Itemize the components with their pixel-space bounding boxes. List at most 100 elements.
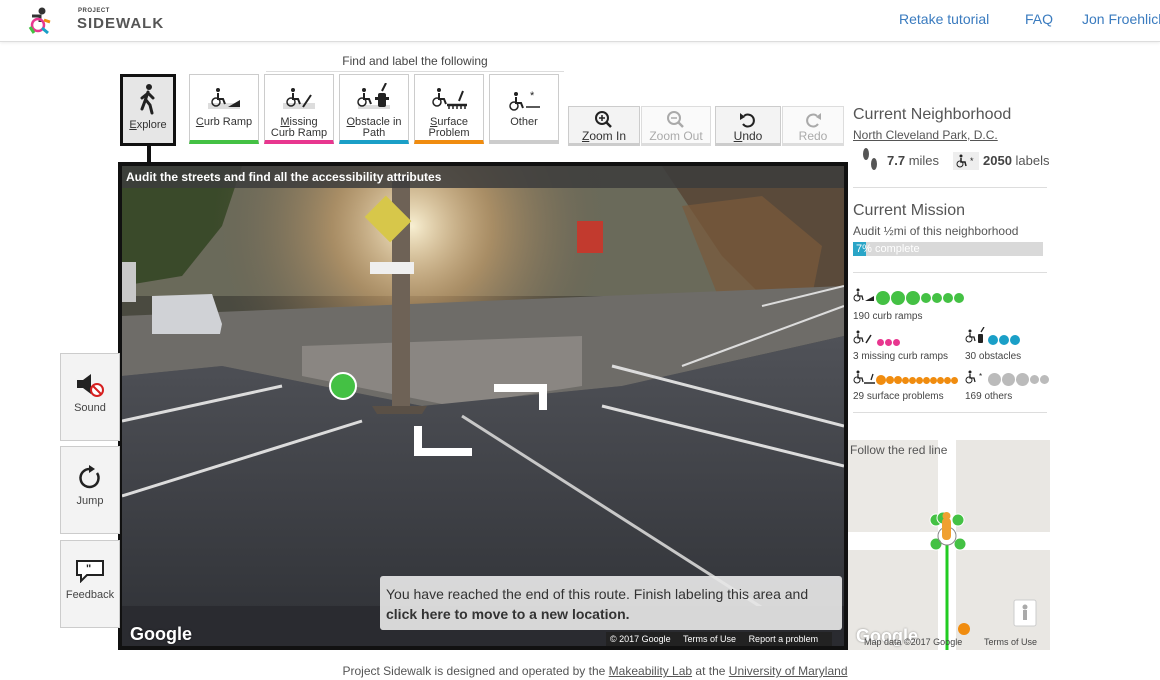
explore-mode-button[interactable]: Explore (120, 74, 176, 146)
otherDots-dot (1002, 372, 1015, 386)
project-sidewalk-logo[interactable]: PROJECT SIDEWALK (26, 4, 163, 36)
surfaceDots-dot (930, 376, 937, 384)
pano-instruction-banner: Audit the streets and find all the acces… (122, 166, 844, 188)
curb-ramps-count: 190 curb ramps (853, 311, 923, 322)
explore-label: xplore (136, 119, 167, 131)
retake-tutorial-link[interactable]: Retake tutorial (899, 11, 989, 27)
other-label-icon: * (509, 90, 540, 111)
top-navbar: PROJECT SIDEWALK Retake tutorial FAQ Jon… (0, 0, 1160, 42)
curb-ramp-label: urb Ramp (203, 116, 253, 128)
svg-text:*: * (970, 156, 974, 166)
curbDots-dot (921, 293, 931, 303)
report-problem-link[interactable]: Report a problem (749, 634, 819, 644)
footer-text-pre: Project Sidewalk is designed and operate… (342, 664, 606, 678)
walking-person-icon (140, 84, 155, 115)
otherDots-dot (1016, 372, 1029, 386)
otherDots-dot (1030, 374, 1039, 384)
explore-underlined-letter: E (129, 119, 137, 131)
curbDots-dot (954, 293, 964, 303)
surface-problem-icon (432, 88, 467, 109)
jump-label: Jump (76, 495, 104, 507)
current-mission-title: Current Mission (853, 202, 966, 219)
jump-button[interactable]: Jump (60, 446, 120, 534)
surface-problem-count-icon (853, 370, 875, 384)
obstacle-icon (357, 83, 390, 109)
other-tool-button[interactable]: * Other (489, 74, 559, 144)
surfaceDots-dot (944, 376, 951, 384)
move-to-new-location-link[interactable]: click here to move to a new location. (386, 606, 630, 622)
footer-text-mid: at the (695, 664, 726, 678)
zoom-out-button[interactable]: Zoom Out (641, 106, 711, 146)
zoom-out-label: Zoom Out (649, 129, 703, 143)
surfaceDots-dot (951, 376, 958, 384)
sound-button[interactable]: Sound (60, 353, 120, 441)
feedback-label: Feedback (65, 589, 115, 601)
surfaceDots-dot (876, 375, 886, 385)
surfaceDots-dot (923, 376, 930, 384)
faq-link[interactable]: FAQ (1025, 11, 1053, 27)
obstacle-label-line2: Path (362, 127, 386, 139)
pano-terms-link[interactable]: Terms of Use (683, 634, 736, 644)
undo-icon (740, 113, 755, 128)
jump-refresh-icon (79, 465, 100, 489)
feedback-button[interactable]: " Feedback (60, 540, 120, 628)
distance-stat: 7.7 miles (887, 153, 939, 168)
end-msg-text: You have reached the end of this route. … (386, 586, 809, 602)
surfaceDots-dot (937, 376, 944, 384)
curb-ramp-count-icon (853, 288, 874, 302)
surface-label-line2: Problem (428, 127, 470, 139)
redo-icon (806, 113, 821, 128)
university-link[interactable]: University of Maryland (729, 664, 848, 678)
minimap-footer: Google Map data ©2017 Google Terms of Us… (848, 626, 1050, 650)
curbDots-dot (906, 291, 920, 305)
undo-button[interactable]: Undo (715, 106, 781, 146)
redo-label: Redo (798, 129, 828, 143)
labels-stat: 2050 labels (983, 153, 1050, 168)
redo-button[interactable]: Redo (782, 106, 844, 146)
missing-curb-ramps-count: 3 missing curb ramps (853, 351, 949, 362)
minimap[interactable]: Follow the red line Google Map data ©201… (848, 440, 1050, 650)
others-count: 169 others (965, 391, 1013, 402)
missingDots-dot (893, 338, 900, 346)
other-label: Other (510, 116, 538, 128)
otherDots-dot (988, 372, 1001, 386)
miles-unit: miles (908, 153, 940, 168)
obstacleDots-dot (1010, 335, 1020, 345)
user-menu-link[interactable]: Jon Froehlich (1082, 11, 1160, 27)
obstacle-count-icon (965, 327, 985, 343)
page-footer: Project Sidewalk is designed and operate… (0, 664, 1160, 678)
obstacle-tool-button[interactable]: Obstacle in Path (339, 74, 409, 144)
curbDots-dot (943, 293, 953, 303)
svg-text:": " (86, 563, 91, 575)
makeability-lab-link[interactable]: Makeability Lab (609, 664, 692, 678)
mission-progress-bar: 7% complete (853, 242, 1043, 256)
current-neighborhood-title: Current Neighborhood (853, 106, 1012, 123)
missing-curb-count-icon (853, 330, 872, 344)
surface-problems-count: 29 surface problems (853, 391, 944, 402)
otherDots-dot (1040, 374, 1049, 384)
neighborhood-name-link[interactable]: North Cleveland Park, D.C. (853, 128, 998, 142)
minimap-roads (848, 440, 1050, 650)
zoom-in-button[interactable]: Zoom In (568, 106, 640, 146)
sound-muted-icon (77, 374, 104, 397)
minimap-data-credit: Map data ©2017 Google (864, 637, 963, 647)
find-label-title: Find and label the following (266, 54, 564, 72)
curb-ramp-icon (208, 88, 240, 109)
minimap-terms-link[interactable]: Terms of Use (984, 637, 1037, 647)
pano-copyright: © 2017 Google (610, 634, 671, 644)
missing-label-line2: Curb Ramp (270, 127, 328, 139)
feedback-speech-icon: " (76, 560, 104, 583)
minimap-title: Follow the red line (850, 443, 948, 457)
street-view-panorama[interactable]: Audit the streets and find all the acces… (118, 162, 848, 650)
end-of-route-message[interactable]: You have reached the end of this route. … (380, 576, 842, 630)
curb-ramp-tool-button[interactable]: Curb Ramp (189, 74, 259, 144)
surfaceDots-dot (916, 376, 923, 384)
curb-underlined-letter: C (195, 116, 204, 128)
street-scene (122, 166, 844, 646)
wheelchair-logo-icon (28, 7, 51, 34)
svg-text:*: * (979, 372, 982, 381)
surface-problem-tool-button[interactable]: Surface Problem (414, 74, 484, 144)
missing-curb-ramp-tool-button[interactable]: Missing Curb Ramp (264, 74, 334, 144)
google-watermark: Google (130, 624, 192, 644)
obstacleDots-dot (999, 335, 1009, 345)
